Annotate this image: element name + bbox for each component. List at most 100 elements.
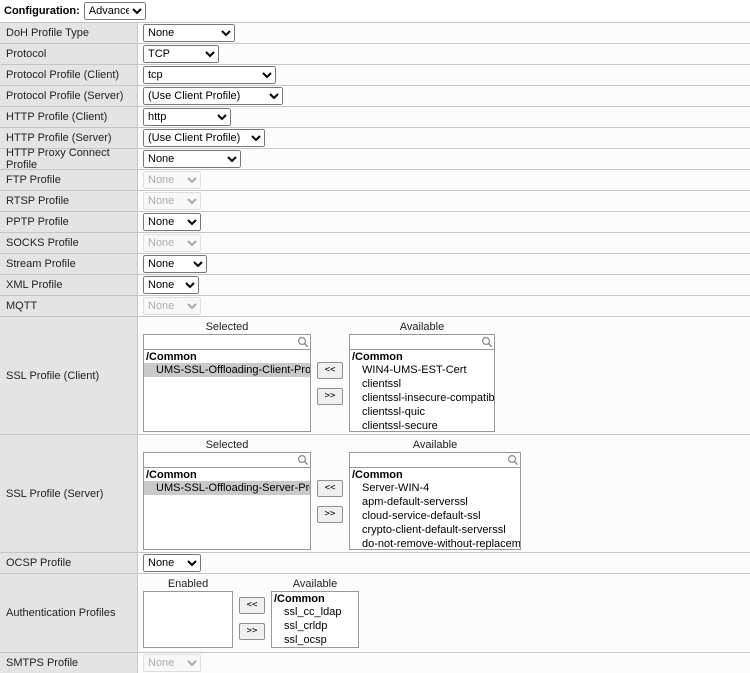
search-icon	[507, 454, 519, 466]
protocol-profile-client-select[interactable]: tcp	[143, 66, 276, 84]
auth-available-list[interactable]: /Common ssl_cc_ldapssl_crldpssl_ocsp	[271, 591, 359, 648]
ftp-profile-select: None	[143, 171, 201, 189]
partition-group-label: /Common	[144, 350, 310, 363]
stream-profile-row: Stream Profile None	[0, 254, 750, 275]
list-item[interactable]: do-not-remove-without-replacement	[350, 537, 520, 550]
profiles-settings-table: DoH Profile Type None Protocol TCP Proto…	[0, 22, 750, 673]
partition-group-label: /Common	[144, 468, 310, 481]
row-label: RTSP Profile	[0, 191, 138, 211]
available-header: Available	[271, 577, 359, 591]
row-label: HTTP Proxy Connect Profile	[0, 149, 138, 169]
protocol-profile-server-row: Protocol Profile (Server) (Use Client Pr…	[0, 86, 750, 107]
doh-profile-type-select[interactable]: None	[143, 24, 235, 42]
ocsp-profile-row: OCSP Profile None	[0, 553, 750, 574]
ssl-profile-client-row: SSL Profile (Client) Selected /Common UM…	[0, 317, 750, 435]
protocol-profile-server-select[interactable]: (Use Client Profile)	[143, 87, 283, 105]
row-label: SSL Profile (Server)	[0, 435, 138, 552]
ocsp-profile-select[interactable]: None	[143, 554, 201, 572]
list-item[interactable]: WIN4-UMS-EST-Cert	[350, 363, 494, 377]
list-item[interactable]: Server-WIN-4	[350, 481, 520, 495]
row-label: SOCKS Profile	[0, 233, 138, 253]
configuration-bar: Configuration: Advanced	[0, 0, 750, 22]
protocol-row: Protocol TCP	[0, 44, 750, 65]
enabled-header: Enabled	[143, 577, 233, 591]
row-label: DoH Profile Type	[0, 23, 138, 43]
pptp-profile-row: PPTP Profile None	[0, 212, 750, 233]
row-label: SMTPS Profile	[0, 653, 138, 673]
row-label: Protocol	[0, 44, 138, 64]
ftp-profile-row: FTP Profile None	[0, 170, 750, 191]
row-label: XML Profile	[0, 275, 138, 295]
xml-profile-row: XML Profile None	[0, 275, 750, 296]
list-item[interactable]: cloud-service-default-ssl	[350, 509, 520, 523]
rtsp-profile-row: RTSP Profile None	[0, 191, 750, 212]
row-label: HTTP Profile (Client)	[0, 107, 138, 127]
ssl-server-available-list[interactable]: /Common Server-WIN-4apm-default-serverss…	[349, 468, 521, 550]
ssl-server-selected-search-input[interactable]	[143, 452, 311, 468]
http-profile-server-select[interactable]: (Use Client Profile)	[143, 129, 265, 147]
selected-header: Selected	[143, 438, 311, 452]
auth-enabled-list[interactable]	[143, 591, 233, 648]
pptp-profile-select[interactable]: None	[143, 213, 201, 231]
ssl-server-move-left-button[interactable]: <<	[317, 480, 343, 497]
doh-profile-type-row: DoH Profile Type None	[0, 23, 750, 44]
row-label: Authentication Profiles	[0, 574, 138, 652]
rtsp-profile-select: None	[143, 192, 201, 210]
list-item[interactable]: ssl_cc_ldap	[272, 605, 358, 619]
http-profile-client-row: HTTP Profile (Client) http	[0, 107, 750, 128]
mqtt-row: MQTT None	[0, 296, 750, 317]
configuration-label: Configuration:	[4, 5, 80, 17]
list-item[interactable]: clientssl-quic	[350, 405, 494, 419]
ssl-client-available-search-input[interactable]	[349, 334, 495, 350]
socks-profile-select: None	[143, 234, 201, 252]
socks-profile-row: SOCKS Profile None	[0, 233, 750, 254]
selected-header: Selected	[143, 320, 311, 334]
xml-profile-select[interactable]: None	[143, 276, 199, 294]
list-item[interactable]: apm-default-serverssl	[350, 495, 520, 509]
smtps-profile-select: None	[143, 654, 201, 672]
list-item[interactable]: ssl_crldp	[272, 619, 358, 633]
ssl-profile-server-row: SSL Profile (Server) Selected /Common UM…	[0, 435, 750, 553]
ssl-client-selected-search-input[interactable]	[143, 334, 311, 350]
partition-group-label: /Common	[350, 350, 494, 363]
row-label: MQTT	[0, 296, 138, 316]
row-label: SSL Profile (Client)	[0, 317, 138, 434]
search-icon	[297, 454, 309, 466]
list-item[interactable]: clientssl-secure	[350, 419, 494, 432]
row-label: Protocol Profile (Client)	[0, 65, 138, 85]
row-label: Stream Profile	[0, 254, 138, 274]
stream-profile-select[interactable]: None	[143, 255, 207, 273]
available-header: Available	[349, 320, 495, 334]
search-icon	[481, 336, 493, 348]
http-proxy-connect-profile-select[interactable]: None	[143, 150, 241, 168]
auth-move-left-button[interactable]: <<	[239, 597, 265, 614]
smtps-profile-row: SMTPS Profile None	[0, 653, 750, 673]
http-profile-client-select[interactable]: http	[143, 108, 231, 126]
authentication-profiles-row: Authentication Profiles Enabled << >> Av…	[0, 574, 750, 653]
ssl-client-selected-list[interactable]: /Common UMS-SSL-Offloading-Client-Profil…	[143, 350, 311, 432]
ssl-server-selected-list[interactable]: /Common UMS-SSL-Offloading-Server-Profil…	[143, 468, 311, 550]
http-profile-server-row: HTTP Profile (Server) (Use Client Profil…	[0, 128, 750, 149]
partition-group-label: /Common	[272, 592, 358, 605]
auth-move-right-button[interactable]: >>	[239, 623, 265, 640]
configuration-mode-select[interactable]: Advanced	[84, 2, 146, 20]
list-item[interactable]: crypto-client-default-serverssl	[350, 523, 520, 537]
row-label: HTTP Profile (Server)	[0, 128, 138, 148]
search-icon	[297, 336, 309, 348]
available-header: Available	[349, 438, 521, 452]
row-label: FTP Profile	[0, 170, 138, 190]
list-item[interactable]: clientssl	[350, 377, 494, 391]
ssl-client-available-list[interactable]: /Common WIN4-UMS-EST-Certclientsslclient…	[349, 350, 495, 432]
list-item-selected[interactable]: UMS-SSL-Offloading-Client-Profile	[144, 363, 310, 377]
ssl-server-move-right-button[interactable]: >>	[317, 506, 343, 523]
ssl-server-available-search-input[interactable]	[349, 452, 521, 468]
list-item[interactable]: ssl_ocsp	[272, 633, 358, 647]
ssl-client-move-left-button[interactable]: <<	[317, 362, 343, 379]
protocol-select[interactable]: TCP	[143, 45, 219, 63]
row-label: OCSP Profile	[0, 553, 138, 573]
row-label: PPTP Profile	[0, 212, 138, 232]
list-item-selected[interactable]: UMS-SSL-Offloading-Server-Profile	[144, 481, 310, 495]
list-item[interactable]: clientssl-insecure-compatible	[350, 391, 494, 405]
ssl-client-move-right-button[interactable]: >>	[317, 388, 343, 405]
row-label: Protocol Profile (Server)	[0, 86, 138, 106]
